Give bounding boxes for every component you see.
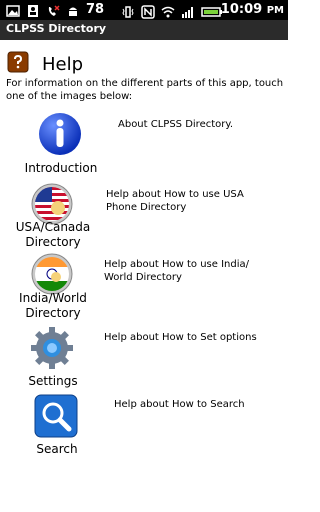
status-right: 10:09 PM [121, 2, 284, 19]
help-item-usa-canada[interactable]: USA/Canada Directory Help about How to u… [0, 180, 288, 250]
status-count: 78 [86, 2, 105, 17]
wifi-icon [161, 4, 175, 18]
item-description: Help about How to use USA Phone Director… [106, 188, 281, 214]
item-label: Settings [28, 374, 78, 388]
description-line-2: World Directory [104, 272, 182, 283]
item-label: USA/Canada Directory [10, 220, 96, 250]
label-line-1: USA/Canada [15, 220, 91, 234]
item-label: India/World Directory [10, 291, 96, 321]
status-bar: 78 10:09 PM [0, 0, 288, 20]
description-line-2: Phone Directory [106, 202, 187, 213]
page-title: Help [42, 53, 84, 75]
status-left: 78 [6, 2, 104, 18]
item-description: Help about How to use India/ World Direc… [104, 258, 282, 284]
signal-icon [181, 4, 195, 18]
info-icon[interactable] [38, 112, 82, 156]
intro-text: For information on the different parts o… [6, 78, 284, 102]
help-item-settings[interactable]: Settings Help about How to Set options [0, 324, 288, 390]
app-bar: CLPSS Directory [0, 20, 288, 40]
item-description: Help about How to Set options [104, 332, 257, 343]
help-header: Help [6, 50, 83, 78]
contacts-icon [26, 3, 40, 17]
help-item-search[interactable]: Search Help about How to Search [0, 392, 288, 458]
description-line-1: Help about How to use USA [106, 189, 244, 200]
gear-icon[interactable] [30, 326, 74, 370]
help-item-india-world[interactable]: India/World Directory Help about How to … [0, 250, 288, 320]
item-description: About CLPSS Directory. [118, 119, 234, 130]
india-flag-icon[interactable] [30, 252, 74, 296]
label-line-2: Directory [25, 235, 81, 249]
item-description: Help about How to Search [114, 399, 245, 410]
help-item-introduction[interactable]: Introduction About CLPSS Directory. [0, 110, 288, 180]
description-line-1: Help about How to use India/ [104, 259, 250, 270]
gallery-icon [6, 3, 20, 17]
missed-call-icon [46, 3, 60, 17]
battery-icon [201, 4, 222, 18]
help-icon [6, 50, 30, 78]
status-time: 10:09 PM [220, 2, 284, 17]
nfc-icon [141, 4, 155, 19]
label-line-2: Directory [25, 306, 81, 320]
label-line-1: India/World [19, 291, 87, 305]
android-icon [66, 3, 80, 17]
vibrate-icon [121, 4, 135, 18]
item-label: Search [36, 442, 78, 456]
app-title: CLPSS Directory [6, 22, 107, 35]
item-label: Introduction [24, 161, 98, 175]
search-icon[interactable] [34, 394, 78, 438]
